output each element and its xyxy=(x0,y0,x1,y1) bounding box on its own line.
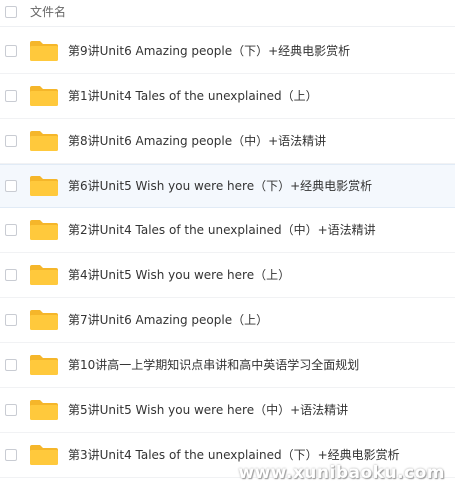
file-row[interactable]: 第10讲高一上学期知识点串讲和高中英语学习全面规划 xyxy=(0,344,455,388)
file-name-link[interactable]: 第1讲Unit4 Tales of the unexplained（上） xyxy=(68,88,318,104)
file-row[interactable]: 第8讲Unit6 Amazing people（中）+语法精讲 xyxy=(0,120,455,164)
file-row[interactable]: 第1讲Unit4 Tales of the unexplained（上） xyxy=(0,75,455,119)
file-row[interactable]: 第4讲Unit5 Wish you were here（上） xyxy=(0,254,455,298)
select-all-checkbox[interactable] xyxy=(5,6,17,18)
folder-icon xyxy=(30,265,58,285)
file-row[interactable]: 第9讲Unit6 Amazing people（下）+经典电影赏析 xyxy=(0,30,455,74)
file-list-header: 文件名 xyxy=(0,0,455,27)
file-name-link[interactable]: 第5讲Unit5 Wish you were here（中）+语法精讲 xyxy=(68,402,348,418)
file-row[interactable]: 第7讲Unit6 Amazing people（上） xyxy=(0,299,455,343)
row-checkbox[interactable] xyxy=(5,449,17,461)
file-name-link[interactable]: 第6讲Unit5 Wish you were here（下）+经典电影赏析 xyxy=(68,178,372,194)
folder-icon xyxy=(30,310,58,330)
folder-icon xyxy=(30,445,58,465)
folder-icon xyxy=(30,41,58,61)
file-name-link[interactable]: 第4讲Unit5 Wish you were here（上） xyxy=(68,267,290,283)
row-checkbox[interactable] xyxy=(5,269,17,281)
row-checkbox[interactable] xyxy=(5,180,17,192)
folder-icon xyxy=(30,131,58,151)
folder-icon xyxy=(30,400,58,420)
row-checkbox[interactable] xyxy=(5,224,17,236)
file-name-link[interactable]: 第9讲Unit6 Amazing people（下）+经典电影赏析 xyxy=(68,43,350,59)
row-checkbox[interactable] xyxy=(5,359,17,371)
file-row[interactable]: 第6讲Unit5 Wish you were here（下）+经典电影赏析 xyxy=(0,164,455,208)
column-header-filename[interactable]: 文件名 xyxy=(30,4,66,20)
file-name-link[interactable]: 第8讲Unit6 Amazing people（中）+语法精讲 xyxy=(68,133,326,149)
file-name-link[interactable]: 第3讲Unit4 Tales of the unexplained（下）+经典电… xyxy=(68,447,400,463)
folder-icon xyxy=(30,220,58,240)
row-checkbox[interactable] xyxy=(5,314,17,326)
file-row[interactable]: 第2讲Unit4 Tales of the unexplained（中）+语法精… xyxy=(0,209,455,253)
file-name-link[interactable]: 第2讲Unit4 Tales of the unexplained（中）+语法精… xyxy=(68,222,376,238)
file-name-link[interactable]: 第10讲高一上学期知识点串讲和高中英语学习全面规划 xyxy=(68,357,359,373)
row-checkbox[interactable] xyxy=(5,45,17,57)
watermark: www.xunibaoku.com xyxy=(238,463,445,483)
file-name-link[interactable]: 第7讲Unit6 Amazing people（上） xyxy=(68,312,268,328)
row-checkbox[interactable] xyxy=(5,404,17,416)
folder-icon xyxy=(30,355,58,375)
row-checkbox[interactable] xyxy=(5,90,17,102)
folder-icon xyxy=(30,176,58,196)
row-checkbox[interactable] xyxy=(5,135,17,147)
file-row[interactable]: 第5讲Unit5 Wish you were here（中）+语法精讲 xyxy=(0,389,455,433)
folder-icon xyxy=(30,86,58,106)
